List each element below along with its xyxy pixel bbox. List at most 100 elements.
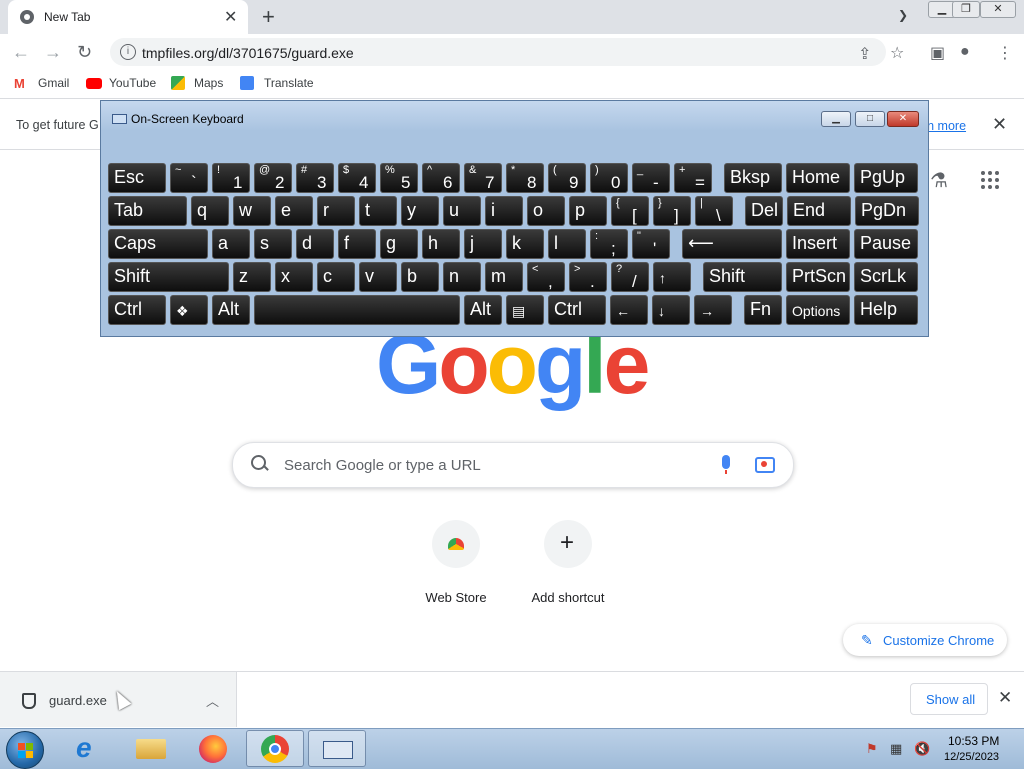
action-center-flag-icon[interactable]: ⚑ xyxy=(866,741,878,757)
bookmark-youtube[interactable]: YouTube xyxy=(109,76,156,90)
osk-key-8[interactable]: * 8 xyxy=(506,163,544,193)
profile-avatar-icon[interactable]: ● xyxy=(960,43,970,61)
osk-key-symbol-4-8[interactable]: ↓ xyxy=(652,295,690,325)
restore-window-button[interactable]: ❐ xyxy=(952,1,980,18)
site-info-icon[interactable]: i xyxy=(120,44,136,60)
osk-key-d[interactable]: d xyxy=(296,229,334,259)
osk-key-symbol-2-12[interactable]: ⟵ xyxy=(682,229,782,259)
osk-key-ctrl[interactable]: Ctrl xyxy=(108,295,166,325)
osk-key-prtscn[interactable]: PrtScn xyxy=(786,262,850,292)
osk-key-symbol-4-5[interactable]: ▤ xyxy=(506,295,544,325)
close-tab-icon[interactable]: ✕ xyxy=(224,7,237,27)
osk-key-symbol-3-10[interactable]: ? / xyxy=(611,262,649,292)
url-text[interactable]: tmpfiles.org/dl/3701675/guard.exe xyxy=(142,45,354,61)
osk-key-u[interactable]: u xyxy=(443,196,481,226)
shortcut-add[interactable]: + Add shortcut xyxy=(518,520,618,605)
osk-key-symbol-1-11[interactable]: {[ xyxy=(611,196,649,226)
osk-key-e[interactable]: e xyxy=(275,196,313,226)
tab-search-chevron-icon[interactable]: ❯ xyxy=(898,8,908,22)
osk-key-tab[interactable]: Tab xyxy=(108,196,187,226)
osk-key-r[interactable]: r xyxy=(317,196,355,226)
osk-minimize-button[interactable]: ▁ xyxy=(821,111,851,127)
osk-key-i[interactable]: i xyxy=(485,196,523,226)
close-window-button[interactable]: ✕ xyxy=(980,1,1016,18)
firefox-icon[interactable] xyxy=(184,730,242,767)
file-explorer-icon[interactable] xyxy=(122,730,180,767)
osk-key-caps[interactable]: Caps xyxy=(108,229,208,259)
osk-key-w[interactable]: w xyxy=(233,196,271,226)
osk-taskbar-icon[interactable] xyxy=(308,730,366,767)
osk-key-fn[interactable]: Fn xyxy=(744,295,782,325)
google-search-box[interactable]: Search Google or type a URL xyxy=(232,442,794,488)
osk-key-b[interactable]: b xyxy=(401,262,439,292)
osk-key-7[interactable]: & 7 xyxy=(464,163,502,193)
labs-flask-icon[interactable]: ⚗ xyxy=(930,168,948,193)
osk-key-t[interactable]: t xyxy=(359,196,397,226)
side-panel-icon[interactable]: ▣ xyxy=(930,43,945,63)
osk-key-home[interactable]: Home xyxy=(786,163,850,193)
osk-key-z[interactable]: z xyxy=(233,262,271,292)
osk-key-2[interactable]: @2 xyxy=(254,163,292,193)
osk-key-h[interactable]: h xyxy=(422,229,460,259)
osk-key-pause[interactable]: Pause xyxy=(854,229,918,259)
osk-key-o[interactable]: o xyxy=(527,196,565,226)
osk-close-button[interactable]: ✕ xyxy=(887,111,919,127)
osk-key-s[interactable]: s xyxy=(254,229,292,259)
tab-new-tab[interactable]: New Tab ✕ xyxy=(8,0,248,34)
osk-key-alt[interactable]: Alt xyxy=(212,295,250,325)
osk-key-l[interactable]: l xyxy=(548,229,586,259)
osk-key-v[interactable]: v xyxy=(359,262,397,292)
osk-key-a[interactable]: a xyxy=(212,229,250,259)
show-all-button[interactable]: Show all xyxy=(910,683,988,715)
osk-key-3[interactable]: #3 xyxy=(296,163,334,193)
close-download-shelf-icon[interactable]: ✕ xyxy=(998,688,1012,708)
osk-key-symbol-3-8[interactable]: <, xyxy=(527,262,565,292)
osk-key-symbol-1-12[interactable]: }] xyxy=(653,196,691,226)
chrome-taskbar-icon[interactable] xyxy=(246,730,304,767)
osk-key-symbol-3-9[interactable]: >. xyxy=(569,262,607,292)
osk-key-alt[interactable]: Alt xyxy=(464,295,502,325)
bookmark-translate[interactable]: Translate xyxy=(264,76,314,90)
clock-time[interactable]: 10:53 PM xyxy=(948,734,999,748)
osk-key-y[interactable]: y xyxy=(401,196,439,226)
forward-arrow-icon[interactable]: → xyxy=(44,42,62,63)
back-arrow-icon[interactable]: ← xyxy=(12,42,30,63)
bookmark-maps[interactable]: Maps xyxy=(194,76,223,90)
osk-key-end[interactable]: End xyxy=(787,196,851,226)
osk-key-symbol-4-9[interactable]: → xyxy=(694,295,732,325)
osk-key-space[interactable] xyxy=(254,295,460,325)
new-tab-button[interactable]: + xyxy=(262,4,275,30)
osk-key-4[interactable]: $4 xyxy=(338,163,376,193)
osk-title-bar[interactable]: On-Screen Keyboard ▁ □ ✕ xyxy=(101,101,928,131)
osk-key-symbol-0-13[interactable]: + = xyxy=(674,163,712,193)
osk-key-esc[interactable]: Esc xyxy=(108,163,166,193)
osk-key-pgdn[interactable]: PgDn xyxy=(855,196,919,226)
search-placeholder[interactable]: Search Google or type a URL xyxy=(284,457,481,474)
bookmark-gmail[interactable]: Gmail xyxy=(38,76,69,90)
osk-maximize-button[interactable]: □ xyxy=(855,111,885,127)
chevron-up-icon[interactable]: ︿ xyxy=(206,691,219,710)
osk-key-g[interactable]: g xyxy=(380,229,418,259)
osk-key-k[interactable]: k xyxy=(506,229,544,259)
shortcut-web-store[interactable]: Web Store xyxy=(406,520,506,605)
osk-key-5[interactable]: % 5 xyxy=(380,163,418,193)
osk-key-f[interactable]: f xyxy=(338,229,376,259)
lens-camera-icon[interactable] xyxy=(755,457,775,473)
start-button-windows-icon[interactable] xyxy=(6,731,44,769)
share-icon[interactable]: ⇪ xyxy=(858,44,871,64)
osk-key-x[interactable]: x xyxy=(275,262,313,292)
osk-key-1[interactable]: ! 1 xyxy=(212,163,250,193)
osk-key-ctrl[interactable]: Ctrl xyxy=(548,295,606,325)
reload-icon[interactable]: ↻ xyxy=(77,42,92,63)
osk-key-symbol-2-11[interactable]: " ' xyxy=(632,229,670,259)
osk-key-symbol-0-12[interactable]: _ - xyxy=(632,163,670,193)
osk-key-p[interactable]: p xyxy=(569,196,607,226)
customize-chrome-button[interactable]: ✎ Customize Chrome xyxy=(843,624,1007,656)
osk-key-help[interactable]: Help xyxy=(854,295,918,325)
osk-key-m[interactable]: m xyxy=(485,262,523,292)
osk-key-shift[interactable]: Shift xyxy=(108,262,229,292)
osk-key-pgup[interactable]: PgUp xyxy=(854,163,918,193)
osk-key-q[interactable]: q xyxy=(191,196,229,226)
voice-search-icon[interactable] xyxy=(722,455,730,474)
close-info-bar-icon[interactable]: ✕ xyxy=(992,114,1007,135)
